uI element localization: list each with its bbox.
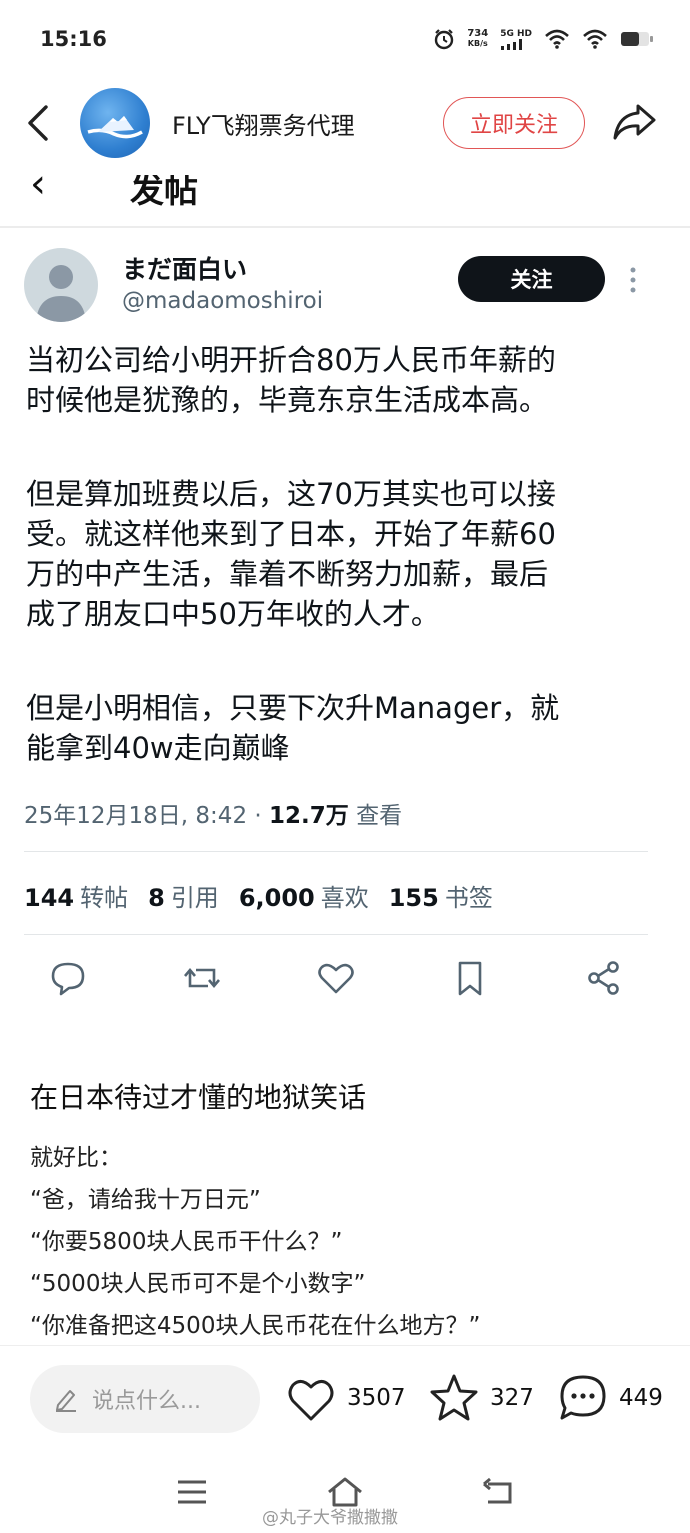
status-time: 15:16 [40, 27, 107, 51]
post-title: 在日本待过才懂的地狱笑话 [30, 1081, 367, 1114]
battery-icon [621, 32, 653, 46]
tweet-paragraph-3: 但是小明相信，只要下次升Manager，就 能拿到40w走向巅峰 [26, 691, 560, 765]
like-count: 3507 [347, 1385, 406, 1411]
bookmark-icon[interactable] [450, 958, 490, 998]
more-options-icon[interactable] [626, 266, 640, 294]
favorite-count: 327 [490, 1385, 534, 1411]
comment-count: 449 [619, 1385, 663, 1411]
post-line: 就好比： [30, 1145, 122, 1171]
like-icon[interactable] [316, 958, 356, 998]
star-icon[interactable] [428, 1373, 480, 1423]
stat-reposts[interactable]: 144 转帖 [24, 878, 128, 913]
tweet-handle[interactable]: @madaomoshiroi [122, 288, 323, 314]
comment-placeholder: 说点什么... [92, 1389, 201, 1414]
tweet-avatar[interactable] [24, 248, 98, 322]
share-icon[interactable] [610, 100, 658, 144]
heart-icon[interactable] [286, 1375, 336, 1423]
back-arrow-icon[interactable] [22, 103, 58, 143]
divider [24, 934, 648, 935]
tweet-display-name[interactable]: まだ面白い [122, 250, 247, 286]
post-line: “你准备把这4500块人民币花在什么地方？” [30, 1313, 481, 1339]
tweet-datetime: 25年12月18日, 8:42 [24, 803, 248, 829]
tweet-paragraph-2: 但是算加班费以后，这70万其实也可以接 受。就这样他来到了日本，开始了年薪60 … [26, 477, 556, 631]
post-line: “爸，请给我十万日元” [30, 1187, 261, 1213]
divider [0, 226, 690, 228]
stat-quotes[interactable]: 8 引用 [148, 878, 219, 913]
share-network-icon[interactable] [584, 958, 624, 998]
mountain-plane-logo-icon [87, 116, 143, 139]
divider [0, 1345, 690, 1346]
alarm-icon [435, 29, 454, 50]
pencil-icon [56, 1390, 76, 1412]
return-icon[interactable] [482, 1476, 516, 1508]
wifi-icon [545, 29, 569, 49]
net-speed: 734 KB/s [467, 28, 489, 49]
cut-off-back-icon: ‹ [30, 175, 46, 207]
tweet-paragraph-1: 当初公司给小明开折合80万人民币年薪的 时候他是犹豫的，毕竟东京生活成本高。 [26, 343, 556, 417]
status-icons: 734 KB/s 5G HD [433, 28, 654, 50]
watermark: @丸子大爷撒撒撒 [262, 1508, 398, 1528]
comment-input[interactable]: 说点什么... [30, 1365, 260, 1433]
account-avatar[interactable] [80, 88, 150, 158]
account-name[interactable]: FLY飞翔票务代理 [172, 106, 355, 141]
cut-off-title: 发帖 [130, 175, 198, 211]
cut-off-header: ‹ 发帖 [0, 175, 690, 227]
menu-icon[interactable] [176, 1476, 208, 1508]
follow-now-button[interactable]: 立即关注 [443, 97, 585, 149]
post-line: “5000块人民币可不是个小数字” [30, 1271, 366, 1297]
wifi-icon-2 [583, 29, 607, 49]
reply-icon[interactable] [48, 958, 88, 998]
repost-icon[interactable] [182, 958, 222, 998]
comment-bubble-icon[interactable] [557, 1373, 609, 1423]
tweet-view-label: 查看 [356, 803, 403, 829]
divider [24, 851, 648, 852]
tweet-meta: 25年12月18日, 8:42 · 12.7万 查看 [24, 803, 403, 829]
tweet-stats: 144 转帖 8 引用 6,000 喜欢 155 书签 [24, 878, 493, 913]
signal-icon [501, 38, 523, 50]
stat-bookmarks[interactable]: 155 书签 [389, 878, 493, 913]
tweet-view-count: 12.7万 [269, 803, 349, 829]
stat-likes[interactable]: 6,000 喜欢 [239, 878, 369, 913]
post-line: “你要5800块人民币干什么？” [30, 1229, 343, 1255]
cellular-signal: 5G HD [500, 29, 532, 50]
tweet-follow-button[interactable]: 关注 [458, 256, 605, 302]
default-avatar-icon [36, 265, 86, 322]
